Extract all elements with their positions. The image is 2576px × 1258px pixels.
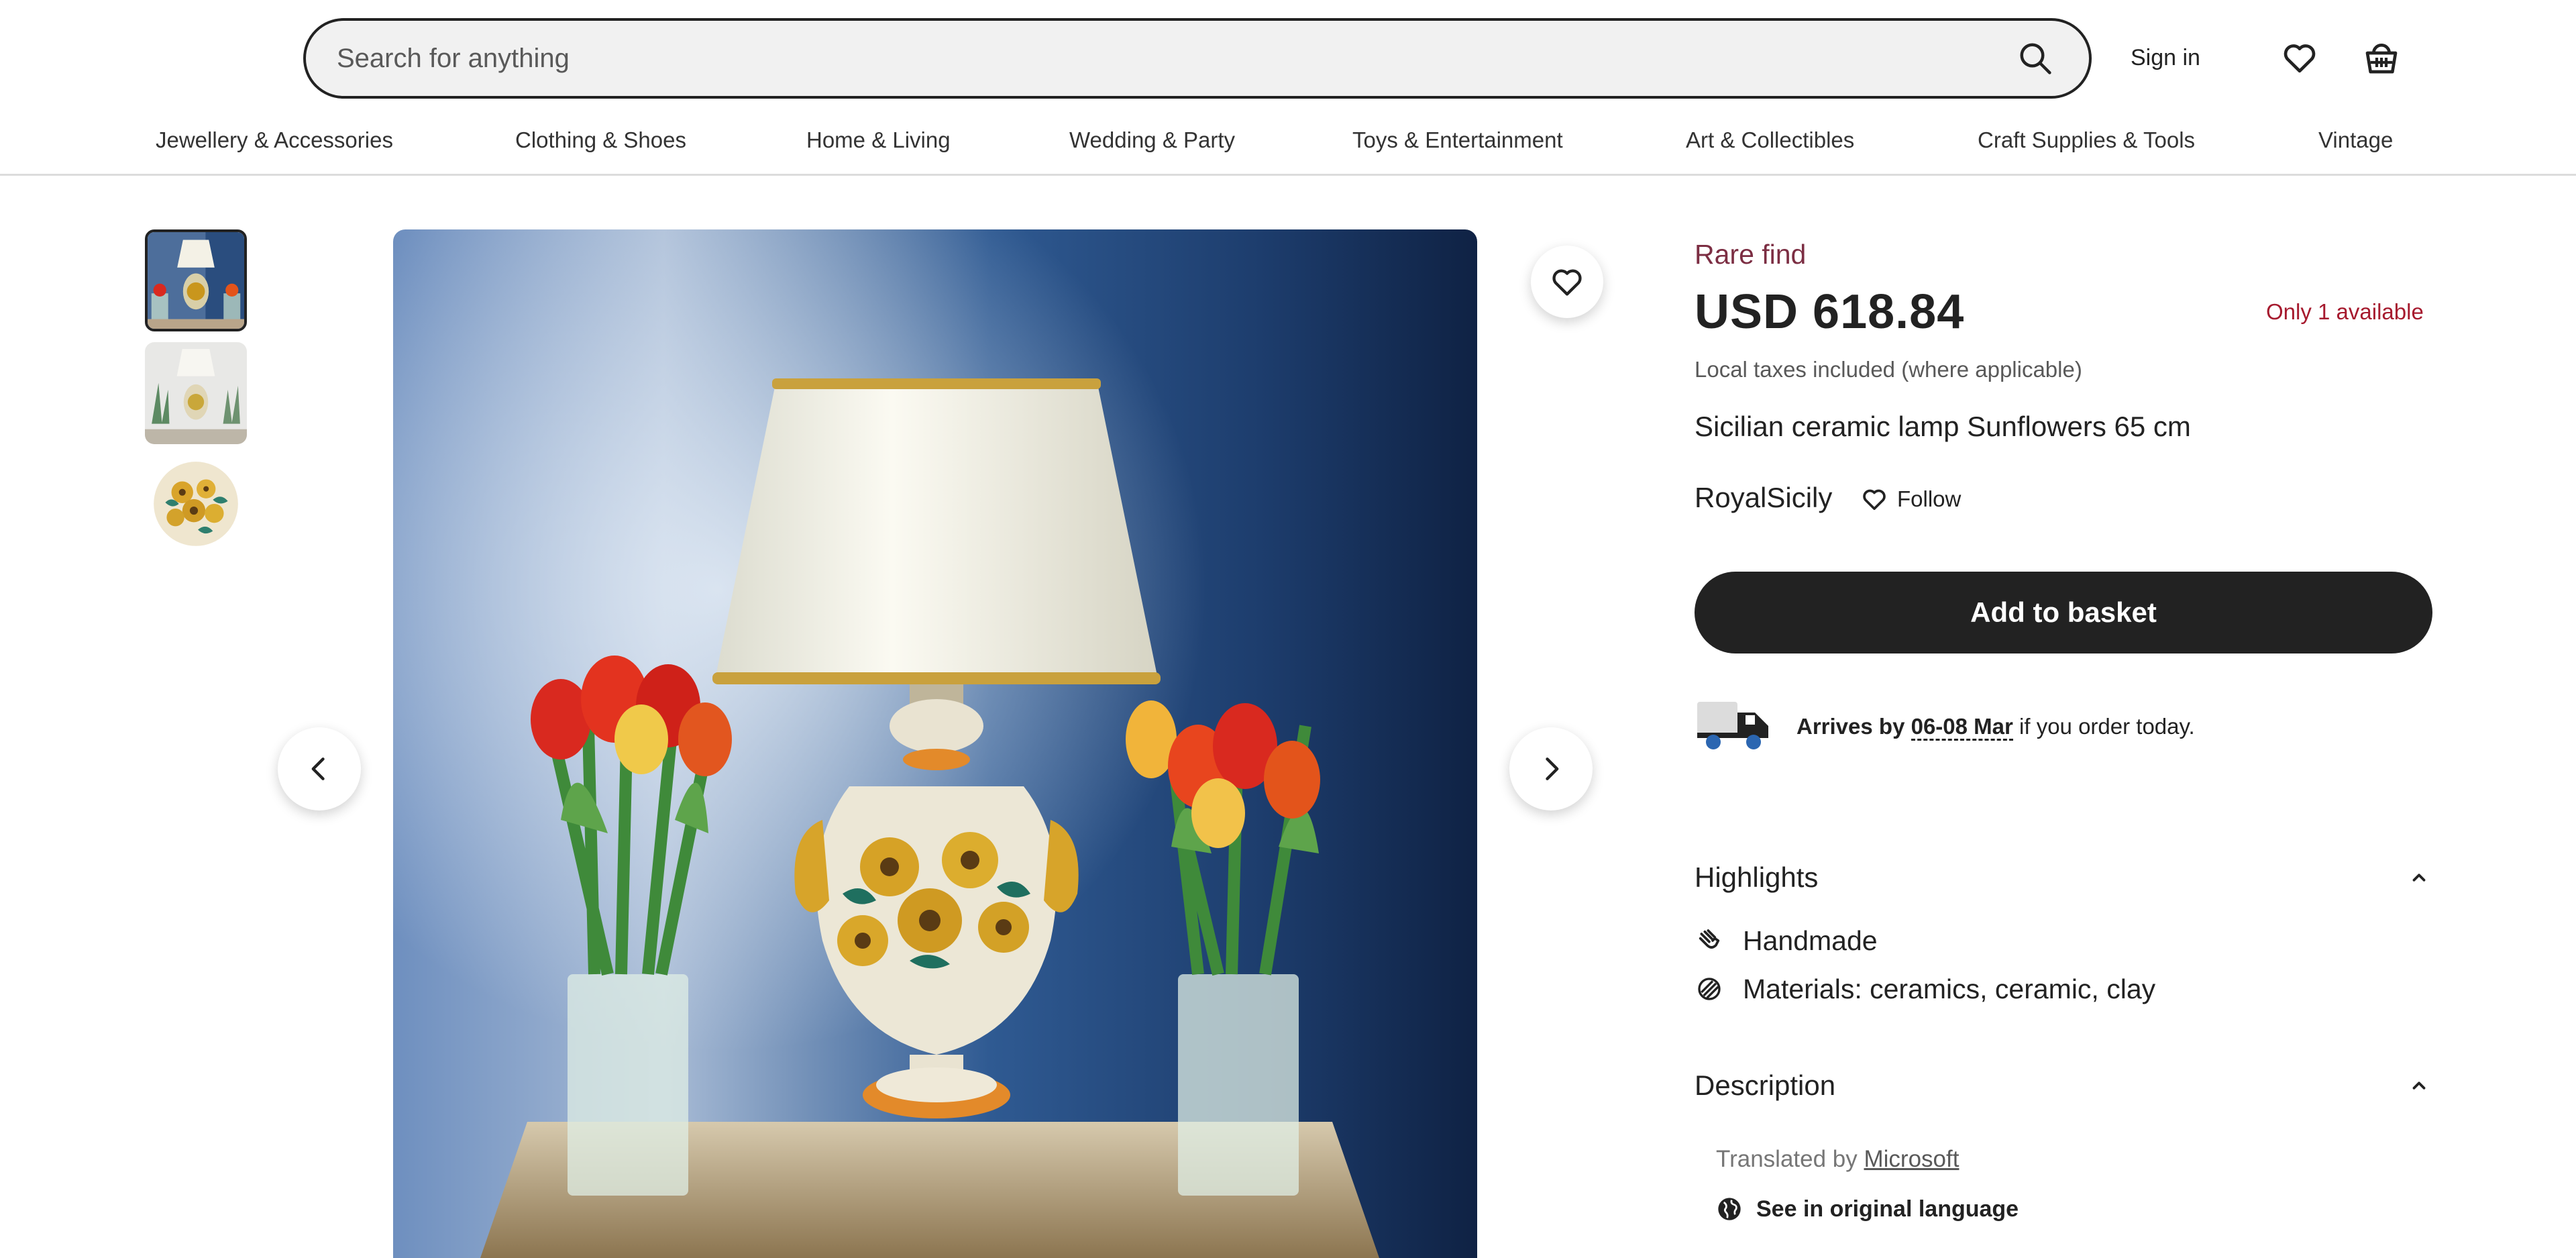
chevron-right-icon xyxy=(1546,757,1559,780)
delivery-truck-icon xyxy=(1697,702,1768,749)
next-image-button[interactable] xyxy=(1509,727,1593,810)
category-art[interactable]: Art & Collectibles xyxy=(1686,127,1854,153)
globe-icon xyxy=(1718,1198,1741,1220)
thumbnail-image-3[interactable] xyxy=(145,455,247,557)
highlight-handmade: Handmade xyxy=(1695,922,1878,959)
delivery-estimate: Arrives by 06-08 Mar if you order today. xyxy=(1796,714,2195,741)
favorites-button[interactable] xyxy=(2275,34,2324,82)
see-original-label: See in original language xyxy=(1756,1196,2019,1222)
materials-icon xyxy=(1695,974,1724,1004)
translation-note: Translated by Microsoft xyxy=(1716,1146,1959,1173)
highlight-materials: Materials: ceramics, ceramic, clay xyxy=(1695,970,2155,1008)
listing-title: Sicilian ceramic lamp Sunflowers 65 cm xyxy=(1695,411,2191,442)
chevron-up-icon xyxy=(2406,1072,2432,1099)
price: USD 618.84 xyxy=(1695,285,1965,339)
microsoft-link[interactable]: Microsoft xyxy=(1864,1146,1959,1172)
highlight-materials-label: Materials: ceramics, ceramic, clay xyxy=(1743,973,2156,1004)
category-nav: Jewellery & Accessories Clothing & Shoes… xyxy=(0,114,2576,176)
category-home-living[interactable]: Home & Living xyxy=(806,127,951,153)
basket-button[interactable] xyxy=(2357,34,2406,82)
chevron-left-icon xyxy=(311,757,325,780)
main-product-image xyxy=(393,229,1477,1258)
see-original-language-button[interactable]: See in original language xyxy=(1716,1190,2019,1228)
search-input[interactable] xyxy=(337,43,2011,74)
category-vintage[interactable]: Vintage xyxy=(2318,127,2393,153)
highlight-handmade-label: Handmade xyxy=(1743,925,1878,956)
heart-icon xyxy=(1863,489,1886,510)
thumbnail-image-2[interactable] xyxy=(145,342,247,444)
highlights-toggle[interactable]: Highlights xyxy=(1695,856,2432,899)
heart-icon xyxy=(1552,269,1582,296)
add-to-basket-button[interactable]: Add to basket xyxy=(1695,572,2432,653)
basket-icon xyxy=(2365,44,2398,74)
category-craft-supplies[interactable]: Craft Supplies & Tools xyxy=(1978,127,2195,153)
favorite-listing-button[interactable] xyxy=(1531,246,1603,318)
delivery-suffix: if you order today. xyxy=(2012,714,2195,739)
availability-note: Only 1 available xyxy=(2266,299,2424,324)
follow-label: Follow xyxy=(1897,486,1962,511)
sign-in-link[interactable]: Sign in xyxy=(2131,39,2200,76)
chevron-up-icon xyxy=(2406,864,2432,891)
search-icon xyxy=(2020,43,2051,74)
description-title: Description xyxy=(1695,1069,1836,1101)
follow-shop-button[interactable]: Follow xyxy=(1861,482,1961,517)
delivery-prefix: Arrives by xyxy=(1796,714,1911,739)
category-wedding-party[interactable]: Wedding & Party xyxy=(1069,127,1235,153)
thumbnail-image-1[interactable] xyxy=(145,229,247,331)
search-button[interactable] xyxy=(2011,34,2059,83)
category-toys[interactable]: Toys & Entertainment xyxy=(1352,127,1563,153)
category-jewellery[interactable]: Jewellery & Accessories xyxy=(156,127,393,153)
heart-icon xyxy=(2284,44,2316,73)
hand-icon xyxy=(1695,926,1724,955)
category-clothing[interactable]: Clothing & Shoes xyxy=(515,127,686,153)
delivery-date[interactable]: 06-08 Mar xyxy=(1911,714,2013,741)
highlights-title: Highlights xyxy=(1695,861,1819,893)
translated-prefix: Translated by xyxy=(1716,1146,1864,1172)
shop-name-link[interactable]: RoyalSicily xyxy=(1695,482,1832,514)
rare-find-badge: Rare find xyxy=(1695,239,1807,270)
tax-note: Local taxes included (where applicable) xyxy=(1695,357,2082,382)
search-bar xyxy=(303,18,2092,99)
previous-image-button[interactable] xyxy=(278,727,361,810)
description-toggle[interactable]: Description xyxy=(1695,1064,2432,1107)
